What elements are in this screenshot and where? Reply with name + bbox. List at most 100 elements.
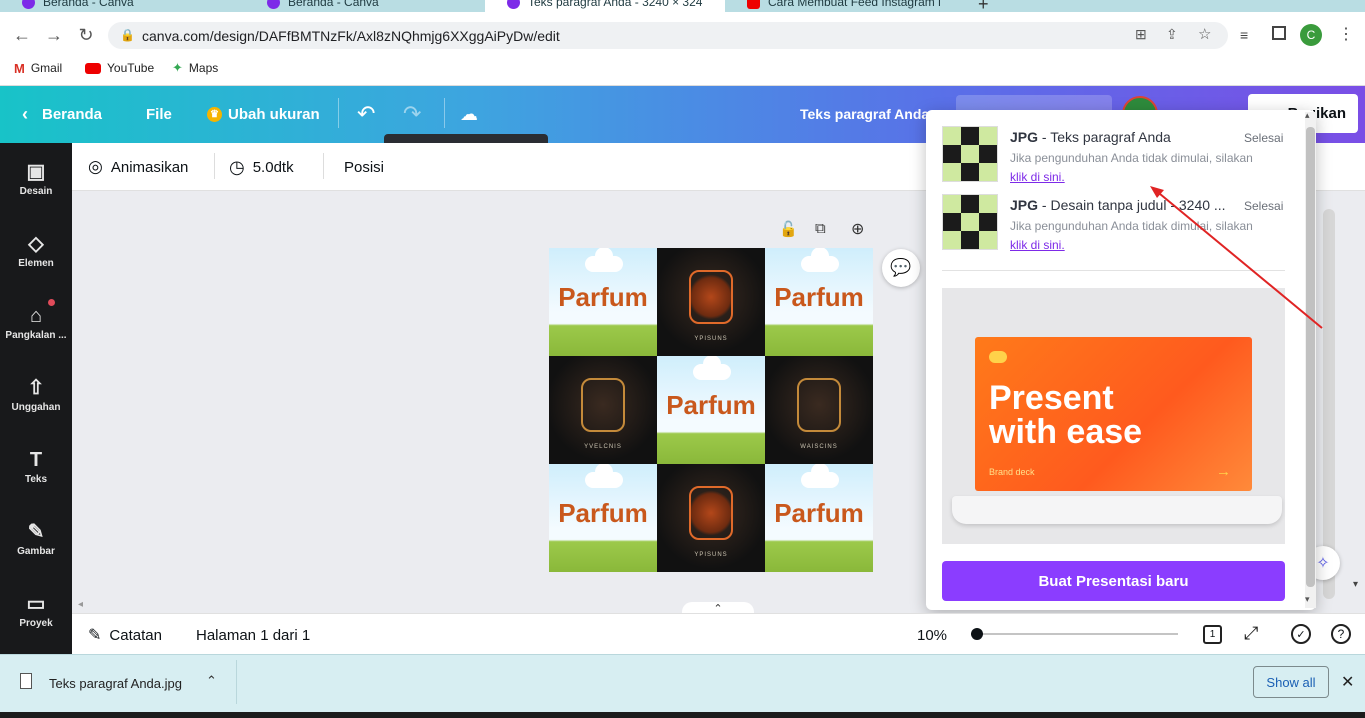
animate-button[interactable]: ◎ Animasikan xyxy=(88,157,188,176)
add-comment-icon[interactable]: 💬 xyxy=(882,249,920,287)
design-page[interactable]: Parfum YPISUNS Parfum YVELCNIS Parfum WA… xyxy=(549,248,873,572)
design-cell[interactable]: Parfum xyxy=(549,248,657,356)
sidebar-item-brand[interactable]: ⌂ Pangkalan ... xyxy=(0,292,72,354)
zoom-slider[interactable] xyxy=(976,633,1178,635)
side-panel-icon[interactable] xyxy=(1272,26,1286,40)
add-page-icon[interactable]: ⊕ xyxy=(851,219,864,239)
close-shelf-icon[interactable]: ✕ xyxy=(1341,672,1354,692)
promo-logo-icon xyxy=(989,351,1007,363)
sidebar-item-projects[interactable]: ▭ Proyek xyxy=(0,580,72,642)
download-thumbnail xyxy=(942,194,998,250)
design-cell[interactable]: YPISUNS xyxy=(657,464,765,572)
promo-tag: Brand deck xyxy=(989,467,1035,477)
show-all-button[interactable]: Show all xyxy=(1253,666,1329,698)
design-cell[interactable]: WAISCINS xyxy=(765,356,873,464)
scroll-left-icon[interactable]: ◂ xyxy=(78,599,83,610)
translate-icon[interactable]: ⊞ xyxy=(1135,26,1147,43)
cloud-graphic xyxy=(801,464,839,488)
resize-button[interactable]: ♛ Ubah ukuran xyxy=(207,104,320,124)
file-icon xyxy=(20,673,32,689)
create-presentation-button[interactable]: Buat Presentasi baru xyxy=(942,561,1285,601)
notification-dot xyxy=(48,299,55,306)
youtube-icon xyxy=(85,62,101,74)
browser-tab[interactable]: Cara Membuat Feed Instagram i xyxy=(725,0,970,12)
design-cell[interactable]: Parfum xyxy=(765,248,873,356)
undo-icon[interactable]: ↶ xyxy=(357,101,375,126)
promo-laptop-base xyxy=(952,496,1282,524)
design-cell[interactable]: Parfum xyxy=(657,356,765,464)
media-control-icon[interactable]: ≡ xyxy=(1240,27,1248,43)
retry-download-link[interactable]: klik di sini. xyxy=(1010,238,1065,252)
youtube-favicon-icon xyxy=(747,0,760,9)
browser-menu-icon[interactable]: ⋮ xyxy=(1338,24,1354,44)
os-taskbar xyxy=(0,712,1365,718)
document-title[interactable]: Teks paragraf Anda xyxy=(800,104,929,124)
chevron-up-icon[interactable]: ⌃ xyxy=(206,673,217,689)
design-cell[interactable]: Parfum xyxy=(765,464,873,572)
downloaded-file-name[interactable]: Teks paragraf Anda.jpg xyxy=(49,676,182,691)
layout-icon: ▣ xyxy=(26,160,46,183)
download-thumbnail xyxy=(942,126,998,182)
panel-scroll-up-icon[interactable]: ▴ xyxy=(1305,110,1310,121)
reload-icon[interactable]: ↻ xyxy=(75,24,97,46)
canva-favicon-icon xyxy=(267,0,280,9)
lock-page-icon[interactable]: 🔓 xyxy=(779,220,798,238)
check-status-icon[interactable]: ✓ xyxy=(1291,624,1311,644)
draw-icon: ✎ xyxy=(27,520,45,543)
url-text: canva.com/design/DAFfBMTNzFk/Axl8zNQhmjg… xyxy=(142,28,560,44)
bookmark-maps[interactable]: ✦ Maps xyxy=(172,60,218,76)
zoom-percentage[interactable]: 10% xyxy=(917,626,947,644)
design-cell[interactable]: YPISUNS xyxy=(657,248,765,356)
canva-favicon-icon xyxy=(22,0,35,9)
redo-icon[interactable]: ↷ xyxy=(403,101,421,126)
perfume-bottle-graphic xyxy=(581,378,625,432)
notes-icon: ✎ xyxy=(88,627,102,644)
browser-tab-strip: Beranda - Canva Beranda - Canva Teks par… xyxy=(0,0,1365,12)
share-page-icon[interactable]: ⇪ xyxy=(1166,26,1178,43)
duration-button[interactable]: ◷ 5.0dtk xyxy=(229,157,294,177)
sidebar-item-draw[interactable]: ✎ Gambar xyxy=(0,508,72,570)
crown-icon: ♛ xyxy=(207,106,222,122)
promo-headline-line2: with ease xyxy=(989,413,1143,451)
animate-icon: ◎ xyxy=(88,157,103,176)
url-field[interactable]: 🔒 canva.com/design/DAFfBMTNzFk/Axl8zNQhm… xyxy=(108,22,1228,49)
sidebar-item-elements[interactable]: ◇ Elemen xyxy=(0,220,72,282)
design-cell[interactable]: Parfum xyxy=(549,464,657,572)
zoom-slider-handle[interactable] xyxy=(971,628,983,640)
bookmark-gmail[interactable]: M Gmail xyxy=(14,60,62,76)
header-divider xyxy=(338,98,339,128)
position-button[interactable]: Posisi xyxy=(344,158,384,176)
browser-tab-active[interactable]: Teks paragraf Anda - 3240 × 324 xyxy=(485,0,725,12)
cloud-graphic xyxy=(585,248,623,272)
shapes-icon: ◇ xyxy=(28,232,44,255)
sidebar-item-text[interactable]: T Teks xyxy=(0,436,72,498)
help-icon[interactable]: ? xyxy=(1331,624,1351,644)
panel-scroll-down-icon[interactable]: ▾ xyxy=(1305,594,1310,605)
fullscreen-icon[interactable]: ⤢ xyxy=(1244,623,1258,644)
new-tab-icon[interactable]: + xyxy=(978,0,989,12)
browser-tab[interactable]: Beranda - Canva xyxy=(245,0,485,12)
sidebar-item-design[interactable]: ▣ Desain xyxy=(0,148,72,210)
file-menu-button[interactable]: File xyxy=(146,104,172,124)
promo-laptop-screen: Present with ease Brand deck → xyxy=(975,337,1252,491)
notes-button[interactable]: ✎ Catatan xyxy=(88,626,162,645)
design-cell[interactable]: YVELCNIS xyxy=(549,356,657,464)
chevron-left-icon: ‹ xyxy=(22,103,28,124)
forward-icon[interactable]: → xyxy=(43,24,65,46)
retry-download-link[interactable]: klik di sini. xyxy=(1010,170,1065,184)
profile-avatar[interactable]: C xyxy=(1300,24,1322,46)
page-grid-icon[interactable]: 1 xyxy=(1203,625,1222,644)
bookmark-youtube[interactable]: YouTube xyxy=(85,60,154,76)
back-icon[interactable]: ← xyxy=(11,24,33,46)
toolbar-divider xyxy=(214,153,215,179)
upload-cloud-icon: ⇧ xyxy=(27,376,45,399)
scroll-down-icon[interactable]: ▾ xyxy=(1353,579,1358,590)
cloud-graphic xyxy=(585,464,623,488)
duplicate-page-icon[interactable]: ⧉ xyxy=(815,220,826,237)
sidebar-item-uploads[interactable]: ⇧ Unggahan xyxy=(0,364,72,426)
bookmark-star-icon[interactable]: ☆ xyxy=(1198,25,1211,43)
browser-tab[interactable]: Beranda - Canva xyxy=(0,0,245,12)
cloud-saved-icon[interactable]: ☁ xyxy=(460,104,478,124)
home-button[interactable]: ‹ Beranda xyxy=(22,104,102,124)
maps-icon: ✦ xyxy=(172,60,183,75)
